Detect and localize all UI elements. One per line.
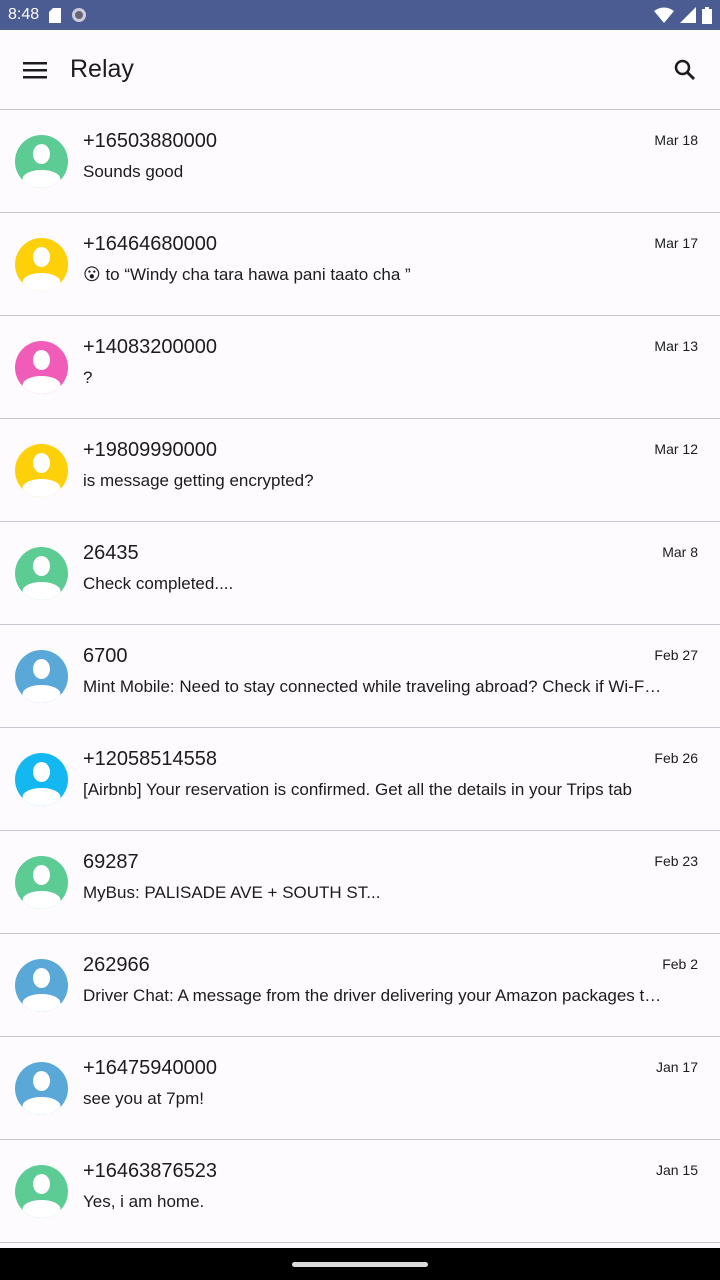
battery-icon [702, 6, 712, 24]
hamburger-icon [23, 61, 47, 78]
conversation-item[interactable]: 262966 Driver Chat: A message from the d… [0, 934, 720, 1037]
message-snippet: ? [83, 368, 93, 387]
contact-name: +14083200000 [83, 336, 218, 358]
message-snippet: Mint Mobile: Need to stay connected whil… [83, 677, 662, 696]
person-icon [22, 1173, 61, 1218]
contact-name: +16463876523 [83, 1160, 218, 1182]
sd-card-icon [49, 7, 62, 23]
avatar [15, 443, 68, 497]
message-date: Mar 18 [654, 132, 698, 148]
message-snippet: Driver Chat: A message from the driver d… [83, 986, 662, 1005]
message-snippet: see you at 7pm! [83, 1089, 204, 1108]
contact-name: +16475940000 [83, 1057, 218, 1079]
message-date: Feb 26 [654, 750, 698, 766]
message-snippet: Check completed.... [83, 574, 234, 593]
home-handle[interactable] [292, 1261, 428, 1267]
message-snippet: MyBus: PALISADE AVE + SOUTH ST... [83, 883, 381, 902]
person-icon [22, 658, 61, 703]
contact-name: +12058514558 [83, 748, 218, 770]
status-bar: 8:48 [0, 0, 720, 30]
conversation-item[interactable]: 26435 Check completed.... Mar 8 [0, 522, 720, 625]
app-title: Relay [70, 55, 134, 83]
person-icon [22, 967, 61, 1012]
conversation-item[interactable]: +16463876523 Yes, i am home. Jan 15 [0, 1140, 720, 1243]
message-date: Mar 12 [654, 441, 698, 457]
message-date: Mar 13 [654, 338, 698, 354]
message-date: Jan 17 [655, 1059, 698, 1075]
conversation-item[interactable]: +12058514558 [Airbnb] Your reservation i… [0, 728, 720, 831]
message-snippet: Sounds good [83, 162, 184, 181]
search-icon [674, 59, 695, 80]
app-bar: Relay [0, 30, 720, 110]
message-date: Mar 17 [654, 235, 698, 251]
conversation-item[interactable]: +16503880000 Sounds good Mar 18 [0, 110, 720, 213]
message-date: Mar 8 [662, 544, 698, 560]
message-date: Feb 23 [654, 853, 698, 869]
contact-name: +19809990000 [83, 439, 218, 461]
person-icon [22, 349, 61, 394]
message-date: Jan 15 [655, 1162, 698, 1178]
avatar [15, 752, 68, 806]
person-icon [22, 452, 61, 497]
wifi-icon [654, 7, 674, 23]
avatar [15, 1164, 68, 1218]
avatar [15, 546, 68, 600]
avatar [15, 855, 68, 909]
avatar [15, 134, 68, 188]
message-date: Feb 27 [654, 647, 698, 663]
message-date: Feb 2 [662, 956, 698, 972]
avatar [15, 340, 68, 394]
sync-icon [72, 8, 87, 22]
contact-name: 6700 [83, 645, 128, 667]
message-snippet: 😮 to “Windy cha tara hawa pani taato cha… [83, 265, 411, 284]
message-snippet: is message getting encrypted? [83, 471, 314, 490]
search-button[interactable] [650, 58, 720, 82]
avatar [15, 1061, 68, 1115]
contact-name: 69287 [83, 851, 139, 873]
person-icon [22, 246, 61, 291]
clock: 8:48 [8, 6, 40, 23]
avatar [15, 958, 68, 1012]
conversation-item[interactable]: 6700 Mint Mobile: Need to stay connected… [0, 625, 720, 728]
message-snippet: [Airbnb] Your reservation is confirmed. … [83, 780, 632, 799]
menu-button[interactable] [0, 61, 70, 79]
conversation-item[interactable]: +16475940000 see you at 7pm! Jan 17 [0, 1037, 720, 1140]
person-icon [22, 143, 61, 188]
avatar [15, 237, 68, 291]
person-icon [22, 555, 61, 600]
signal-icon [680, 7, 696, 23]
contact-name: +16464680000 [83, 233, 218, 255]
person-icon [22, 864, 61, 909]
contact-name: 26435 [83, 542, 139, 564]
conversation-item[interactable]: +14083200000 ? Mar 13 [0, 316, 720, 419]
contact-name: 262966 [83, 954, 150, 976]
conversation-item[interactable]: 69287 MyBus: PALISADE AVE + SOUTH ST... … [0, 831, 720, 934]
person-icon [22, 761, 61, 806]
conversation-item[interactable]: +19809990000 is message getting encrypte… [0, 419, 720, 522]
contact-name: +16503880000 [83, 130, 218, 152]
navigation-bar [0, 1248, 720, 1280]
message-snippet: Yes, i am home. [83, 1192, 205, 1211]
avatar [15, 649, 68, 703]
person-icon [22, 1070, 61, 1115]
conversation-list: +16503880000 Sounds good Mar 18 +1646468… [0, 110, 720, 1243]
conversation-item[interactable]: +16464680000 😮 to “Windy cha tara hawa p… [0, 213, 720, 316]
